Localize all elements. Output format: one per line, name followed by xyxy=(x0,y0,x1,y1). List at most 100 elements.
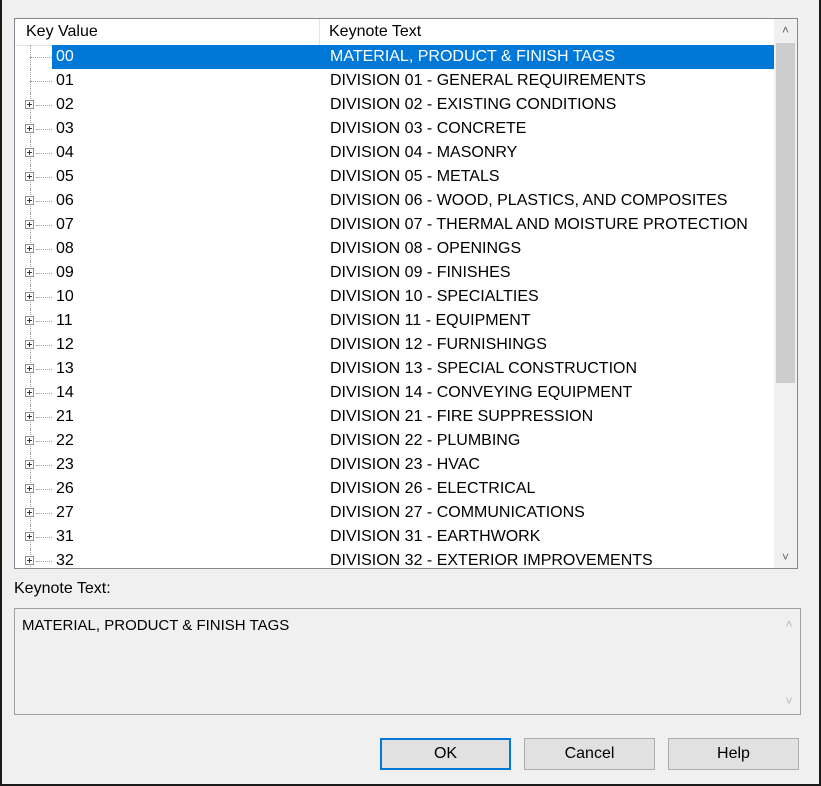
tree-row[interactable]: 27 DIVISION 27 - COMMUNICATIONS xyxy=(15,501,775,525)
row-key-value: 04 xyxy=(56,144,74,161)
tree-row[interactable]: 00 MATERIAL, PRODUCT & FINISH TAGS xyxy=(15,45,775,69)
tree-row[interactable]: 26 DIVISION 26 - ELECTRICAL xyxy=(15,477,775,501)
tree-row[interactable]: 13 DIVISION 13 - SPECIAL CONSTRUCTION xyxy=(15,357,775,381)
expand-plus-icon[interactable] xyxy=(25,316,34,325)
chevron-up-icon: ˄ xyxy=(785,617,793,631)
row-key-value: 07 xyxy=(56,216,74,233)
row-keynote-text: DIVISION 07 - THERMAL AND MOISTURE PROTE… xyxy=(330,216,748,233)
tree-line xyxy=(36,105,52,106)
tree-row[interactable]: 03 DIVISION 03 - CONCRETE xyxy=(15,117,775,141)
expand-plus-icon[interactable] xyxy=(25,148,34,157)
textbox-scrollbar: ˄ ˅ xyxy=(778,609,800,714)
tree-line xyxy=(36,345,52,346)
row-key-value: 02 xyxy=(56,96,74,113)
tree-line xyxy=(36,201,52,202)
tree-rows: 00 MATERIAL, PRODUCT & FINISH TAGS 01 DIVIS… xyxy=(15,45,775,569)
row-key-value: 11 xyxy=(56,312,73,329)
row-key-value: 23 xyxy=(56,456,74,473)
expand-plus-icon[interactable] xyxy=(25,124,34,133)
row-keynote-text: DIVISION 14 - CONVEYING EQUIPMENT xyxy=(330,384,633,401)
tree-line xyxy=(36,273,52,274)
row-key-value: 12 xyxy=(56,336,74,353)
tree-line xyxy=(36,297,52,298)
expand-plus-icon[interactable] xyxy=(25,100,34,109)
tree-row[interactable]: 01 DIVISION 01 - GENERAL REQUIREMENTS xyxy=(15,69,775,93)
row-key-value: 14 xyxy=(56,384,74,401)
tree-line xyxy=(36,369,52,370)
expand-plus-icon[interactable] xyxy=(25,340,34,349)
tree-row[interactable]: 04 DIVISION 04 - MASONRY xyxy=(15,141,775,165)
vertical-scrollbar[interactable]: ˄ ˅ xyxy=(774,19,797,568)
expand-plus-icon[interactable] xyxy=(25,556,34,565)
row-key-value: 06 xyxy=(56,192,74,209)
ok-button[interactable]: OK xyxy=(380,738,511,770)
tree-row[interactable]: 21 DIVISION 21 - FIRE SUPPRESSION xyxy=(15,405,775,429)
row-keynote-text: DIVISION 22 - PLUMBING xyxy=(330,432,521,449)
row-keynote-text: DIVISION 02 - EXISTING CONDITIONS xyxy=(330,96,617,113)
column-header-keynote-text[interactable]: Keynote Text xyxy=(320,19,773,45)
row-keynote-text: MATERIAL, PRODUCT & FINISH TAGS xyxy=(320,45,775,69)
row-key-value: 10 xyxy=(56,288,74,305)
tree-row[interactable]: 07 DIVISION 07 - THERMAL AND MOISTURE PRO… xyxy=(15,213,775,237)
tree-row[interactable]: 06 DIVISION 06 - WOOD, PLASTICS, AND COMP… xyxy=(15,189,775,213)
tree-line xyxy=(36,513,52,514)
chevron-up-icon[interactable]: ˄ xyxy=(774,19,797,41)
expand-plus-icon[interactable] xyxy=(25,388,34,397)
expand-plus-icon[interactable] xyxy=(25,436,34,445)
tree-line xyxy=(36,153,52,154)
tree-line xyxy=(36,177,52,178)
column-header: Key Value Keynote Text xyxy=(15,19,773,46)
expand-plus-icon[interactable] xyxy=(25,460,34,469)
expand-plus-icon[interactable] xyxy=(25,268,34,277)
tree-row[interactable]: 02 DIVISION 02 - EXISTING CONDITIONS xyxy=(15,93,775,117)
keynote-text-field[interactable]: MATERIAL, PRODUCT & FINISH TAGS ˄ ˅ xyxy=(14,608,801,715)
expand-plus-icon[interactable] xyxy=(25,532,34,541)
expand-plus-icon[interactable] xyxy=(25,172,34,181)
tree-row[interactable]: 22 DIVISION 22 - PLUMBING xyxy=(15,429,775,453)
row-keynote-text: DIVISION 08 - OPENINGS xyxy=(330,240,522,257)
window-border-left xyxy=(0,0,2,786)
tree-row[interactable]: 11 DIVISION 11 - EQUIPMENT xyxy=(15,309,775,333)
chevron-down-icon: ˅ xyxy=(785,694,793,708)
cancel-button[interactable]: Cancel xyxy=(524,738,655,770)
row-keynote-text: DIVISION 04 - MASONRY xyxy=(330,144,518,161)
row-keynote-text: DIVISION 21 - FIRE SUPPRESSION xyxy=(330,408,594,425)
scrollbar-thumb[interactable] xyxy=(776,43,795,383)
tree-row[interactable]: 05 DIVISION 05 - METALS xyxy=(15,165,775,189)
row-keynote-text: DIVISION 27 - COMMUNICATIONS xyxy=(330,504,585,521)
tree-row[interactable]: 08 DIVISION 08 - OPENINGS xyxy=(15,237,775,261)
expand-plus-icon[interactable] xyxy=(25,220,34,229)
tree-row[interactable]: 09 DIVISION 09 - FINISHES xyxy=(15,261,775,285)
help-button[interactable]: Help xyxy=(668,738,799,770)
keynote-text-value: MATERIAL, PRODUCT & FINISH TAGS xyxy=(22,617,290,634)
expand-plus-icon[interactable] xyxy=(25,244,34,253)
tree-row[interactable]: 12 DIVISION 12 - FURNISHINGS xyxy=(15,333,775,357)
keynote-tree[interactable]: Key Value Keynote Text 00 MATERIAL, PRODU… xyxy=(14,18,798,569)
expand-plus-icon[interactable] xyxy=(25,412,34,421)
tree-row[interactable]: 10 DIVISION 10 - SPECIALTIES xyxy=(15,285,775,309)
chevron-down-icon[interactable]: ˅ xyxy=(774,546,797,568)
tree-line xyxy=(36,225,52,226)
row-key-value: 13 xyxy=(56,360,74,377)
row-keynote-text: DIVISION 13 - SPECIAL CONSTRUCTION xyxy=(330,360,638,377)
row-keynote-text: DIVISION 12 - FURNISHINGS xyxy=(330,336,547,353)
tree-row[interactable]: 31 DIVISION 31 - EARTHWORK xyxy=(15,525,775,549)
tree-row[interactable]: 32 DIVISION 32 - EXTERIOR IMPROVEMENTS xyxy=(15,549,775,569)
expand-plus-icon[interactable] xyxy=(25,196,34,205)
row-key-value: 31 xyxy=(56,528,74,545)
row-key-value: 01 xyxy=(56,72,74,89)
tree-row[interactable]: 14 DIVISION 14 - CONVEYING EQUIPMENT xyxy=(15,381,775,405)
expand-plus-icon[interactable] xyxy=(25,484,34,493)
row-keynote-text: DIVISION 03 - CONCRETE xyxy=(330,120,527,137)
row-keynote-text: DIVISION 26 - ELECTRICAL xyxy=(330,480,536,497)
tree-row[interactable]: 23 DIVISION 23 - HVAC xyxy=(15,453,775,477)
tree-line xyxy=(30,57,52,58)
expand-plus-icon[interactable] xyxy=(25,292,34,301)
expand-plus-icon[interactable] xyxy=(25,364,34,373)
row-keynote-text: DIVISION 09 - FINISHES xyxy=(330,264,511,281)
row-key-value: 26 xyxy=(56,480,74,497)
column-header-key-value[interactable]: Key Value xyxy=(15,19,320,45)
expand-plus-icon[interactable] xyxy=(25,508,34,517)
row-key-value: 22 xyxy=(56,432,74,449)
row-key-value: 32 xyxy=(56,552,74,569)
